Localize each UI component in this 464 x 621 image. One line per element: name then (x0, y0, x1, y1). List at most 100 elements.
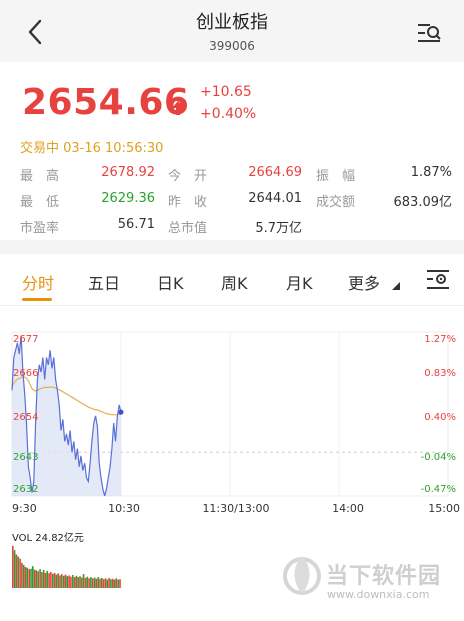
volume-bar (17, 556, 19, 588)
volume-bar (73, 577, 76, 588)
up-arrow-icon (172, 101, 184, 115)
volume-bar (117, 579, 119, 588)
y-tick-left: 2654 (13, 412, 38, 423)
y-tick-right: -0.04% (421, 452, 456, 463)
quote-value: 56.71 (117, 217, 155, 232)
tab-monthly-k[interactable]: 月K (286, 270, 313, 294)
volume-bar (12, 546, 14, 588)
x-tick: 9:30 (12, 502, 37, 515)
y-tick-right: 0.40% (424, 412, 456, 423)
price-change: +10.65 (200, 84, 252, 100)
volume-bar (42, 569, 45, 588)
y-tick-right: 0.83% (424, 368, 456, 379)
volume-bar (86, 576, 89, 588)
volume-bar (97, 577, 99, 588)
volume-bar (119, 579, 121, 588)
search-menu-icon[interactable] (416, 22, 442, 44)
volume-bar (115, 578, 118, 588)
quote-value: 2644.01 (248, 191, 302, 206)
volume-bar (26, 567, 29, 588)
volume-bar (62, 575, 65, 588)
volume-bar (35, 570, 38, 588)
quote-value: 2664.69 (248, 165, 302, 180)
volume-bar (21, 562, 23, 588)
volume-bar (50, 572, 52, 588)
volume-bar (75, 575, 78, 588)
index-code: 399006 (209, 39, 255, 53)
volume-bar (30, 568, 32, 588)
volume-bar (28, 569, 30, 588)
volume-bar (77, 577, 79, 588)
volume-bar (22, 564, 25, 588)
y-tick-right: 1.27% (424, 334, 456, 345)
x-tick: 15:00 (428, 502, 460, 515)
volume-bar (57, 573, 59, 588)
current-price: 2654.66 (22, 82, 190, 123)
volume-bar (53, 572, 56, 588)
x-tick: 10:30 (108, 502, 140, 515)
watermark-text: 当下软件园 (326, 564, 442, 589)
volume-bar (95, 578, 98, 588)
volume-bar (104, 578, 107, 588)
volume-bar (32, 566, 34, 588)
volume-bar (33, 569, 36, 588)
quote-label: 最 低 (20, 195, 60, 210)
x-tick: 14:00 (332, 502, 364, 515)
tab-five-day[interactable]: 五日 (88, 270, 120, 294)
volume-bar (64, 574, 67, 588)
price-change-percent: +0.40% (200, 106, 257, 122)
quote-value: 1.87% (410, 165, 452, 180)
volume-bar (91, 578, 94, 588)
volume-bar (88, 578, 90, 588)
quote-label: 今 开 (168, 169, 208, 184)
quote-label: 市盈率 (20, 221, 60, 236)
volume-bar (90, 577, 92, 588)
volume-bar (15, 554, 18, 588)
volume-bar (24, 567, 27, 588)
volume-bar (70, 576, 72, 588)
volume-bar (99, 578, 101, 588)
y-tick-right: -0.47% (421, 484, 456, 495)
tab-daily-k[interactable]: 日K (157, 270, 184, 294)
y-tick-left: 2677 (13, 334, 38, 345)
quote-label: 昨 收 (168, 195, 208, 210)
watermark-logo-icon (283, 556, 321, 595)
tab-more[interactable]: 更多 (348, 270, 380, 294)
volume-bar (61, 574, 63, 588)
y-tick-left: 2632 (13, 484, 38, 495)
volume-bar (46, 570, 49, 588)
latest-price-dot (118, 409, 124, 415)
quote-label: 最 高 (20, 169, 60, 184)
volume-bar (19, 558, 21, 588)
quote-value: 2678.92 (101, 165, 155, 180)
volume-bar (111, 578, 114, 588)
volume-bar (113, 579, 116, 588)
tab-weekly-k[interactable]: 周K (221, 270, 248, 294)
quote-label: 成交额 (316, 195, 356, 210)
volume-bar (44, 572, 47, 588)
volume-bar (72, 575, 74, 588)
tab-intraday[interactable]: 分时 (22, 270, 54, 294)
volume-bar (52, 573, 54, 588)
section-divider (0, 240, 464, 254)
volume-bar (102, 579, 105, 588)
watermark-url: www.downxia.com (327, 588, 430, 601)
intraday-chart[interactable]: 2677 2666 2654 2643 2632 1.27% 0.83% 0.40% -0.04… (0, 318, 464, 528)
volume-bar (106, 579, 109, 588)
volume-bar (55, 574, 58, 588)
quote-label: 振 幅 (316, 169, 356, 184)
volume-bar (101, 577, 103, 588)
volume-bar (79, 576, 81, 588)
volume-bar (68, 575, 70, 588)
volume-bar (39, 569, 41, 588)
more-triangle-icon (392, 282, 400, 290)
tab-divider (0, 305, 464, 306)
volume-bar (81, 577, 83, 588)
quote-value: 5.7万亿 (255, 221, 302, 236)
chart-settings-icon[interactable] (425, 268, 451, 292)
quote-value: 2629.36 (101, 191, 155, 206)
volume-bar (66, 576, 69, 588)
y-tick-left: 2643 (13, 452, 38, 463)
average-price-line (11, 376, 121, 416)
volume-bar (41, 572, 43, 588)
